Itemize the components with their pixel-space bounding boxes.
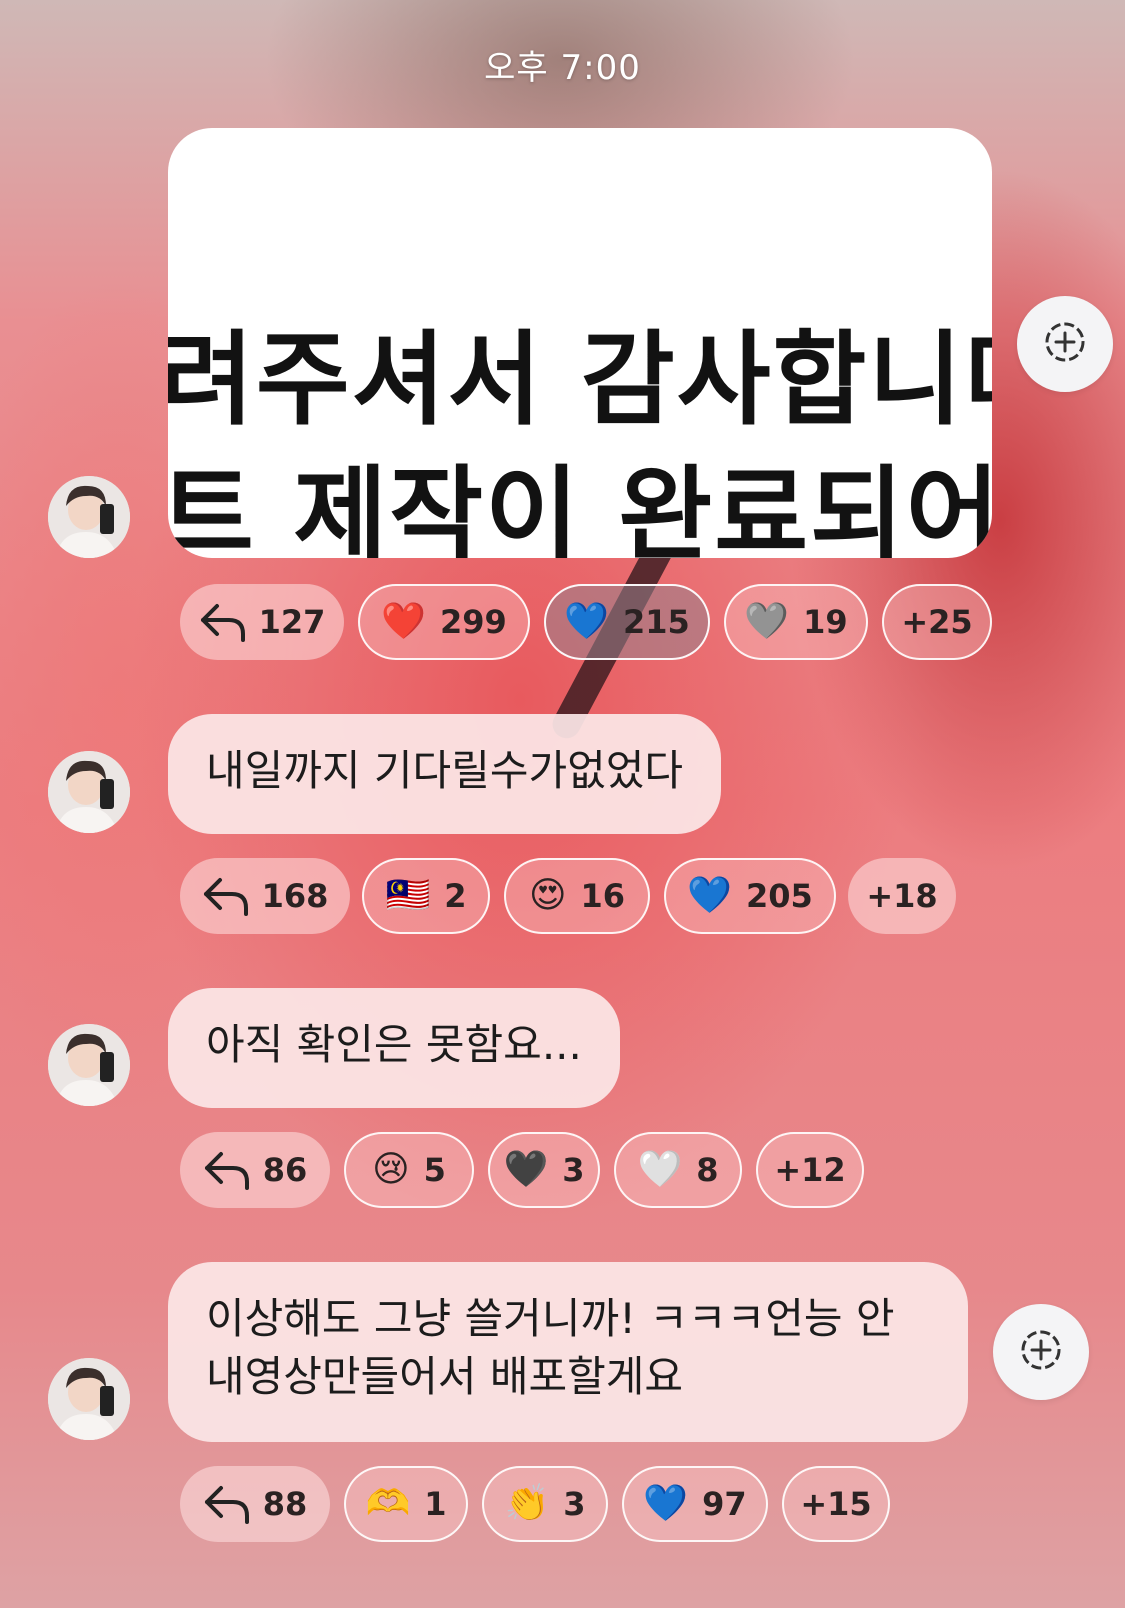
reply-count: 127 bbox=[258, 603, 326, 641]
add-reaction-icon bbox=[1042, 319, 1088, 369]
heart-eyes-icon: 😍 bbox=[528, 875, 567, 916]
black-heart-icon: 🖤 bbox=[503, 1149, 549, 1190]
reaction-chip[interactable]: 😍 16 bbox=[504, 858, 650, 934]
image-text-line-2: 트 제작이 완료되어 와 bbox=[168, 456, 992, 558]
reply-arrow-icon bbox=[203, 1482, 253, 1526]
reply-count-chip[interactable]: 86 bbox=[180, 1132, 330, 1208]
reaction-chip[interactable]: 😢 5 bbox=[344, 1132, 474, 1208]
add-reaction-icon bbox=[1018, 1327, 1064, 1377]
reply-count-chip[interactable]: 88 bbox=[180, 1466, 330, 1542]
blue-heart-icon: 💙 bbox=[643, 1483, 689, 1524]
add-reaction-button[interactable] bbox=[1017, 296, 1113, 392]
reaction-chip[interactable]: 🖤 3 bbox=[488, 1132, 600, 1208]
avatar[interactable] bbox=[48, 1358, 130, 1440]
reaction-chip[interactable]: 💙 97 bbox=[622, 1466, 768, 1542]
red-heart-icon: ❤️ bbox=[381, 601, 427, 642]
crying-face-icon: 😢 bbox=[372, 1149, 410, 1190]
reaction-count: 299 bbox=[440, 603, 507, 641]
image-message[interactable]: 려주셔서 감사합니다 트 제작이 완료되어 와 bbox=[168, 128, 992, 558]
blue-heart-icon: 💙 bbox=[687, 875, 733, 916]
reaction-chip[interactable]: 👏 3 bbox=[482, 1466, 608, 1542]
avatar[interactable] bbox=[48, 751, 130, 833]
more-reactions-chip[interactable]: +25 bbox=[882, 584, 992, 660]
reply-count-chip[interactable]: 127 bbox=[180, 584, 344, 660]
more-reactions-chip[interactable]: +15 bbox=[782, 1466, 890, 1542]
message-timestamp: 오후 7:00 bbox=[484, 48, 641, 88]
text-message[interactable]: 내일까지 기다릴수가없었다 bbox=[168, 714, 722, 834]
reaction-count: 3 bbox=[562, 1151, 585, 1189]
image-text-line-1: 려주셔서 감사합니다 bbox=[168, 321, 992, 440]
reaction-chip[interactable]: ❤️ 299 bbox=[358, 584, 530, 660]
reaction-count: 8 bbox=[696, 1151, 719, 1189]
reply-count: 88 bbox=[262, 1485, 308, 1523]
more-reactions-chip[interactable]: +12 bbox=[756, 1132, 864, 1208]
reply-arrow-icon bbox=[203, 1148, 253, 1192]
profile-avatar-icon bbox=[48, 751, 130, 833]
text-message[interactable]: 아직 확인은 못함요... bbox=[168, 988, 620, 1108]
reply-count-chip[interactable]: 168 bbox=[180, 858, 350, 934]
reaction-count: 3 bbox=[563, 1485, 586, 1523]
avatar[interactable] bbox=[48, 1024, 130, 1106]
more-reactions-chip[interactable]: +18 bbox=[848, 858, 956, 934]
reaction-count: 19 bbox=[803, 603, 848, 641]
message-line-2: 내영상만들어서 배포할게요 bbox=[206, 1352, 684, 1401]
grey-heart-icon: 🩶 bbox=[744, 601, 790, 642]
reply-arrow-icon bbox=[202, 874, 252, 918]
clapping-hands-icon: 👏 bbox=[504, 1483, 550, 1524]
reaction-chip[interactable]: 🩶 19 bbox=[724, 584, 868, 660]
malaysia-flag-icon: 🇲🇾 bbox=[385, 875, 431, 916]
reply-count: 86 bbox=[262, 1151, 308, 1189]
reaction-chip[interactable]: 🤍 8 bbox=[614, 1132, 742, 1208]
profile-avatar-icon bbox=[48, 476, 130, 558]
white-heart-icon: 🤍 bbox=[637, 1149, 683, 1190]
avatar[interactable] bbox=[48, 476, 130, 558]
text-message[interactable]: 이상해도 그냥 쓸거니까! ㅋㅋㅋ언능 안 내영상만들어서 배포할게요 bbox=[168, 1262, 968, 1442]
reaction-count: 205 bbox=[746, 877, 813, 915]
message-line-1: 이상해도 그냥 쓸거니까! ㅋㅋㅋ언능 안 bbox=[206, 1294, 895, 1343]
reaction-chip[interactable]: 🇲🇾 2 bbox=[362, 858, 490, 934]
reply-count: 168 bbox=[261, 877, 329, 915]
add-reaction-button[interactable] bbox=[993, 1304, 1089, 1400]
heart-hands-icon: 🫶 bbox=[365, 1483, 411, 1524]
profile-avatar-icon bbox=[48, 1358, 130, 1440]
reaction-count: 16 bbox=[580, 877, 626, 915]
reply-arrow-icon bbox=[199, 600, 249, 644]
reaction-chip[interactable]: 💙 205 bbox=[664, 858, 836, 934]
reaction-chip[interactable]: 🫶 1 bbox=[344, 1466, 468, 1542]
reaction-count: 5 bbox=[423, 1151, 446, 1189]
reaction-count: 97 bbox=[702, 1485, 747, 1523]
blue-heart-icon: 💙 bbox=[564, 601, 610, 642]
reaction-count: 215 bbox=[623, 603, 690, 641]
reaction-chip-selected[interactable]: 💙 215 bbox=[544, 584, 710, 660]
reaction-count: 1 bbox=[424, 1485, 447, 1523]
profile-avatar-icon bbox=[48, 1024, 130, 1106]
reaction-count: 2 bbox=[444, 877, 467, 915]
